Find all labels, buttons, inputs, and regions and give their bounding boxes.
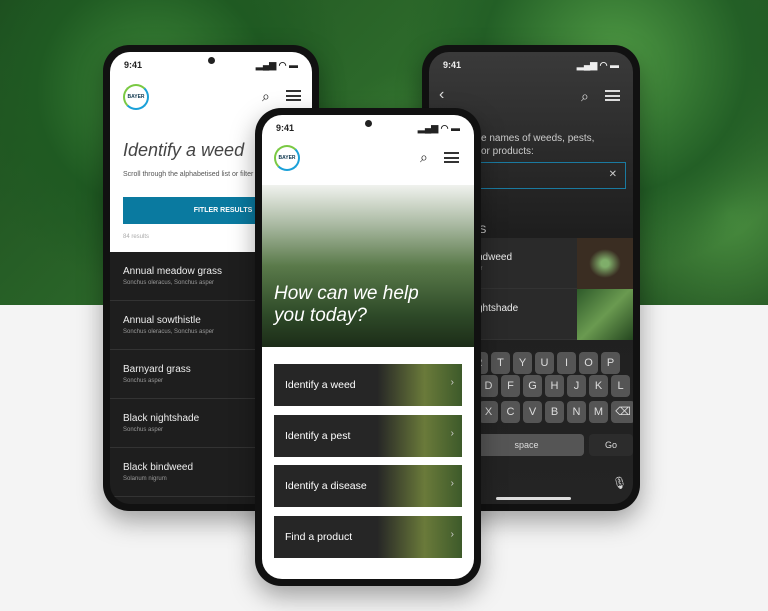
key-p[interactable]: P [601, 352, 620, 374]
key-b[interactable]: B [545, 401, 564, 423]
key-v[interactable]: V [523, 401, 542, 423]
home-indicator [496, 497, 571, 500]
key-g[interactable]: G [523, 375, 542, 397]
identify-weed-card[interactable]: Identify a weed › [274, 364, 462, 406]
bayer-logo[interactable]: BAYER [274, 145, 300, 171]
chevron-right-icon: › [450, 376, 455, 388]
menu-icon[interactable] [286, 90, 301, 101]
status-time: 9:41 [443, 60, 462, 70]
status-time: 9:41 [276, 123, 295, 133]
key-y[interactable]: Y [513, 352, 532, 374]
key-x[interactable]: X [479, 401, 498, 423]
bayer-logo[interactable]: BAYER [123, 84, 149, 110]
key-u[interactable]: U [535, 352, 554, 374]
space-key[interactable]: space [469, 434, 584, 456]
search-icon[interactable]: ⌕ [420, 149, 428, 166]
key-j[interactable]: J [567, 375, 586, 397]
back-icon[interactable]: ‹ [439, 86, 444, 104]
key-k[interactable]: K [589, 375, 608, 397]
identify-pest-card[interactable]: Identify a pest › [274, 415, 462, 457]
key-o[interactable]: O [579, 352, 598, 374]
search-icon[interactable]: ⌕ [581, 88, 589, 105]
key-c[interactable]: C [501, 401, 520, 423]
menu-icon[interactable] [605, 90, 620, 101]
chevron-right-icon: › [450, 477, 455, 489]
key-m[interactable]: M [589, 401, 608, 423]
chevron-right-icon: › [450, 427, 455, 439]
find-product-card[interactable]: Find a product › [274, 516, 462, 558]
search-input[interactable]: ✕ [469, 162, 626, 189]
hero-heading: How can we help you today? [274, 283, 419, 326]
clear-icon[interactable]: ✕ [609, 169, 617, 180]
signal-icons: ▂▄▆ ◠ ▬ [417, 123, 460, 133]
search-icon[interactable]: ⌕ [262, 88, 270, 105]
status-time: 9:41 [124, 60, 143, 70]
seedling-thumbnail [577, 238, 633, 289]
signal-icons: ▂▄▆ ◠ ▬ [576, 60, 619, 70]
menu-icon[interactable] [444, 152, 459, 163]
results-count: 84 results [123, 234, 150, 240]
signal-icons: ▂▄▆ ◠ ▬ [255, 60, 298, 70]
key-n[interactable]: N [567, 401, 586, 423]
identify-disease-card[interactable]: Identify a disease › [274, 465, 462, 507]
go-key[interactable]: Go [589, 434, 633, 456]
key-h[interactable]: H [545, 375, 564, 397]
nightshade-thumbnail [577, 289, 633, 340]
key-l[interactable]: L [611, 375, 630, 397]
page-title: Identify a weed [123, 140, 245, 160]
key-i[interactable]: I [557, 352, 576, 374]
chevron-right-icon: › [450, 528, 455, 540]
key-t[interactable]: T [491, 352, 510, 374]
microphone-icon[interactable]: 🎙 [612, 476, 627, 490]
search-prompt: e names of weeds, pests, or products: [481, 133, 595, 157]
phone-home: 9:41 ▂▄▆ ◠ ▬ BAYER ⌕ How can we help you … [255, 108, 481, 586]
key-d[interactable]: D [479, 375, 498, 397]
key-f[interactable]: F [501, 375, 520, 397]
backspace-key[interactable]: ⌫ [611, 401, 633, 423]
